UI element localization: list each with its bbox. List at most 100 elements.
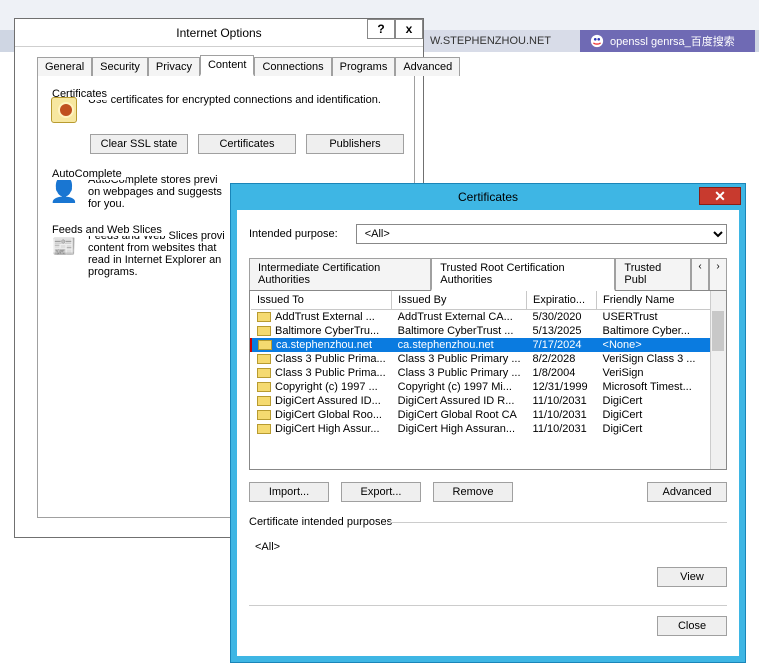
cell: DigiCert (597, 422, 725, 436)
table-row[interactable]: DigiCert Assured ID...DigiCert Assured I… (251, 394, 725, 408)
cell: 12/31/1999 (527, 380, 597, 394)
table-row[interactable]: Baltimore CyberTru...Baltimore CyberTrus… (251, 324, 725, 338)
certificate-icon (257, 326, 271, 336)
import-button[interactable]: Import... (249, 482, 329, 502)
certificate-icon (257, 410, 271, 420)
certificates-list[interactable]: Issued To Issued By Expiratio... Friendl… (249, 290, 727, 470)
publishers-button[interactable]: Publishers (306, 134, 404, 154)
close-icon: ✕ (714, 188, 726, 205)
certificate-icon (257, 382, 271, 392)
intended-purpose-label: Intended purpose: (249, 228, 338, 240)
remove-button[interactable]: Remove (433, 482, 513, 502)
certificate-icon (257, 312, 271, 322)
advanced-button[interactable]: Advanced (647, 482, 727, 502)
help-button[interactable]: ? (367, 19, 395, 39)
scrollbar-thumb[interactable] (712, 311, 724, 351)
cell: Copyright (c) 1997 ... (251, 380, 392, 394)
certificate-icon (257, 424, 271, 434)
feeds-group-title: Feeds and Web Slices (48, 224, 166, 236)
certificates-titlebar[interactable]: Certificates ✕ (231, 184, 745, 210)
tab-trusted-publishers[interactable]: Trusted Publ (615, 258, 691, 291)
tab-advanced[interactable]: Advanced (395, 57, 460, 76)
tab-security[interactable]: Security (92, 57, 148, 76)
cell: AddTrust External CA... (392, 310, 527, 325)
cell: DigiCert High Assuran... (392, 422, 527, 436)
tab-scroll-left[interactable]: ‹ (691, 258, 709, 291)
cell: Microsoft Timest... (597, 380, 725, 394)
close-button[interactable]: ✕ (699, 187, 741, 205)
browser-tab-baidu[interactable]: openssl genrsa_百度搜索 (580, 30, 755, 52)
cell: Class 3 Public Prima... (251, 352, 392, 366)
col-issued-by[interactable]: Issued By (392, 291, 527, 310)
cell: 5/13/2025 (527, 324, 597, 338)
cell: DigiCert Global Roo... (251, 408, 392, 422)
certificate-icon (257, 368, 271, 378)
certificates-group: Certificates Use certificates for encryp… (48, 84, 404, 164)
table-row[interactable]: Class 3 Public Prima...Class 3 Public Pr… (251, 352, 725, 366)
cell: USERTrust (597, 310, 725, 325)
cell: 11/10/2031 (527, 408, 597, 422)
tab-label: W.STEPHENZHOU.NET (430, 35, 551, 47)
baidu-favicon-icon (590, 34, 604, 48)
internet-options-tabs: General Security Privacy Content Connect… (37, 55, 415, 76)
cell: Baltimore CyberTru... (251, 324, 392, 338)
export-button[interactable]: Export... (341, 482, 421, 502)
cell: ca.stephenzhou.net (251, 338, 392, 352)
cell: Baltimore Cyber... (597, 324, 725, 338)
cell: DigiCert Assured ID... (251, 394, 392, 408)
tab-programs[interactable]: Programs (332, 57, 396, 76)
certificates-button[interactable]: Certificates (198, 134, 296, 154)
tab-privacy[interactable]: Privacy (148, 57, 200, 76)
feeds-desc: Feeds and Web Slices provi content from … (88, 230, 225, 278)
tab-content[interactable]: Content (200, 55, 255, 76)
browser-tab-stephenzhou[interactable]: W.STEPHENZHOU.NET (420, 30, 580, 52)
cell: 5/30/2020 (527, 310, 597, 325)
col-friendly-name[interactable]: Friendly Name (597, 291, 725, 310)
cell: Class 3 Public Primary ... (392, 352, 527, 366)
scrollbar[interactable] (710, 291, 726, 469)
view-button[interactable]: View (657, 567, 727, 587)
internet-options-titlebar[interactable]: Internet Options ? x (15, 19, 423, 47)
cell: Class 3 Public Prima... (251, 366, 392, 380)
cell: DigiCert (597, 408, 725, 422)
table-header-row: Issued To Issued By Expiratio... Friendl… (251, 291, 725, 310)
cell: 8/2/2028 (527, 352, 597, 366)
table-row[interactable]: DigiCert Global Roo...DigiCert Global Ro… (251, 408, 725, 422)
table-row[interactable]: Copyright (c) 1997 ...Copyright (c) 1997… (251, 380, 725, 394)
cell: DigiCert High Assur... (251, 422, 392, 436)
cell: 11/10/2031 (527, 394, 597, 408)
table-row[interactable]: AddTrust External ...AddTrust External C… (251, 310, 725, 325)
certificates-desc: Use certificates for encrypted connectio… (88, 94, 381, 106)
tab-general[interactable]: General (37, 57, 92, 76)
close-button[interactable]: x (395, 19, 423, 39)
certificate-icon (258, 340, 272, 350)
close-dialog-button[interactable]: Close (657, 616, 727, 636)
tab-trusted-root-ca[interactable]: Trusted Root Certification Authorities (431, 258, 615, 291)
certificate-icon (48, 94, 80, 126)
cell: VeriSign Class 3 ... (597, 352, 725, 366)
clear-ssl-button[interactable]: Clear SSL state (90, 134, 188, 154)
certificate-icon (257, 396, 271, 406)
table-row[interactable]: ca.stephenzhou.netca.stephenzhou.net7/17… (251, 338, 725, 352)
cell: DigiCert Assured ID R... (392, 394, 527, 408)
tab-intermediate-ca[interactable]: Intermediate Certification Authorities (249, 258, 431, 291)
cell: ca.stephenzhou.net (392, 338, 527, 352)
intended-purpose-select[interactable]: <All> (356, 224, 727, 244)
col-expiration[interactable]: Expiratio... (527, 291, 597, 310)
certificates-dialog: Certificates ✕ Intended purpose: <All> I… (230, 183, 746, 663)
table-row[interactable]: Class 3 Public Prima...Class 3 Public Pr… (251, 366, 725, 380)
cell: Baltimore CyberTrust ... (392, 324, 527, 338)
table-row[interactable]: DigiCert High Assur...DigiCert High Assu… (251, 422, 725, 436)
cell: AddTrust External ... (251, 310, 392, 325)
col-issued-to[interactable]: Issued To (251, 291, 392, 310)
cell: 1/8/2004 (527, 366, 597, 380)
tab-label: openssl genrsa_百度搜索 (610, 33, 735, 49)
internet-options-title: Internet Options (176, 26, 261, 40)
tab-scroll-right[interactable]: › (709, 258, 727, 291)
certificates-title: Certificates (458, 190, 518, 204)
cell: VeriSign (597, 366, 725, 380)
cell: 7/17/2024 (527, 338, 597, 352)
cell: Class 3 Public Primary ... (392, 366, 527, 380)
cell: Copyright (c) 1997 Mi... (392, 380, 527, 394)
tab-connections[interactable]: Connections (254, 57, 331, 76)
